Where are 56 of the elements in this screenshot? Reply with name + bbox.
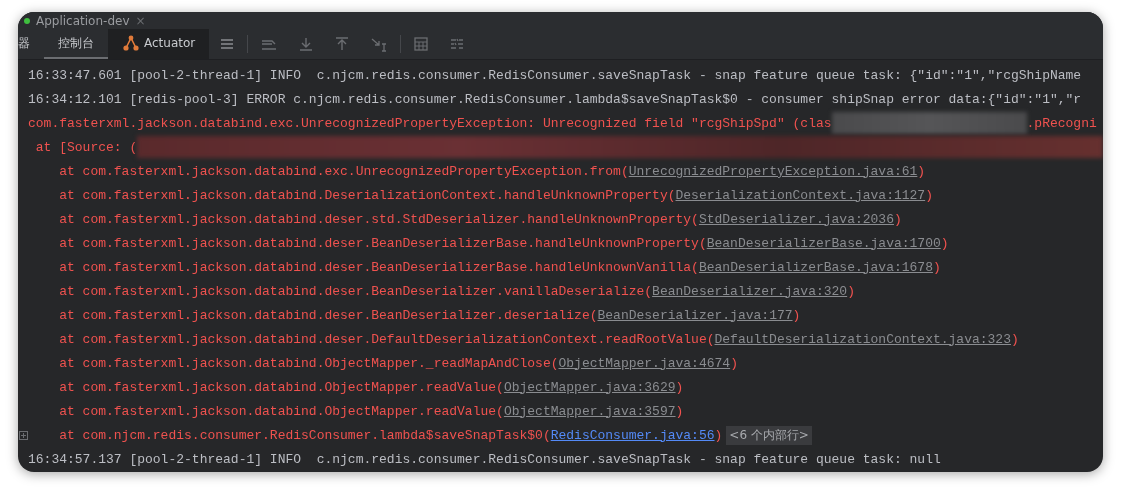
- close-icon[interactable]: ×: [135, 13, 146, 28]
- stack-frame: at com.fasterxml.jackson.databind.deser.BeanDeserializer.vanillaDeserialize(: [28, 283, 653, 299]
- stack-frame: at com.fasterxml.jackson.databind.deser.BeanDeserializer.deserialize(: [28, 307, 598, 323]
- run-tab-title[interactable]: Application-dev: [36, 13, 130, 28]
- actuator-tab[interactable]: Actuator: [108, 29, 210, 59]
- source-link[interactable]: DeserializationContext.java:1127: [675, 187, 926, 203]
- filter-list-icon[interactable]: [449, 36, 466, 52]
- download-icon[interactable]: [298, 36, 315, 52]
- paren-text: ): [714, 427, 723, 443]
- stack-frame: at com.fasterxml.jackson.databind.deser.DefaultDeserializationContext.readRootValue(: [28, 331, 715, 347]
- paren-text: ): [730, 355, 738, 371]
- paren-text: ): [925, 187, 933, 203]
- paren-text: ): [940, 235, 949, 251]
- console-tab[interactable]: 器: [18, 29, 44, 59]
- fold-icon[interactable]: [18, 430, 28, 440]
- upload-icon[interactable]: [334, 36, 351, 52]
- source-link[interactable]: BeanDeserializer.java:177: [597, 307, 793, 323]
- run-status-icon: [24, 17, 30, 24]
- calculator-icon[interactable]: [413, 36, 430, 52]
- nodes-icon: [122, 35, 140, 51]
- paren-text: ): [932, 259, 941, 275]
- source-link[interactable]: BeanDeserializer.java:320: [652, 283, 848, 299]
- stack-frame: at com.fasterxml.jackson.databind.exc.UnrecognizedPropertyException.from(: [28, 163, 629, 179]
- source-link[interactable]: DefaultDeserializationContext.java:323: [714, 331, 1011, 347]
- paren-text: ): [792, 307, 801, 323]
- menu-icon[interactable]: [219, 37, 236, 51]
- source-link[interactable]: StdDeserializer.java:2036: [698, 211, 894, 227]
- stack-frame: at com.fasterxml.jackson.databind.deser.BeanDeserializerBase.handleUnknownProperty(: [28, 235, 707, 251]
- source-link[interactable]: ObjectMapper.java:3629: [503, 379, 676, 395]
- log-line: 16:34:57.137 [pool-2-thread-1] INFO c.njcm.redis.consumer.RedisConsumer.saveSnapTask - snap feature queue task: null: [28, 451, 941, 467]
- source-link[interactable]: ObjectMapper.java:4674: [558, 355, 731, 371]
- source-link[interactable]: UnrecognizedPropertyException.java:61: [628, 163, 918, 179]
- log-line: 16:33:47.601 [pool-2-thread-1] INFO c.njcm.redis.consumer.RedisConsumer.saveSnapTask - snap feature queue task: {"id":"1","rcgShipName: [28, 67, 1082, 83]
- source-link[interactable]: ObjectMapper.java:3597: [503, 403, 676, 419]
- stack-frame: at com.njcm.redis.consumer.RedisConsumer.lambda$saveSnapTask$0(: [28, 427, 551, 443]
- stack-frame: at com.fasterxml.jackson.databind.deser.std.StdDeserializer.handleUnknownProperty(: [28, 211, 699, 227]
- stack-frame: at com.fasterxml.jackson.databind.ObjectMapper.readValue(: [28, 379, 504, 395]
- source-link[interactable]: BeanDeserializerBase.java:1678: [698, 259, 933, 275]
- error-line: at [Source: (: [34, 139, 138, 155]
- paren-text: ): [675, 403, 684, 419]
- log-line: 16:34:12.101 [redis-pool-3] ERROR c.njcm.redis.consumer.RedisConsumer.lambda$saveSnapTask$0 - consumer shipSnap error data:{"id":"1","r: [28, 91, 1082, 107]
- paren-text: ): [847, 283, 855, 299]
- source-link[interactable]: RedisConsumer.java:56: [550, 427, 715, 443]
- stack-frame: at com.fasterxml.jackson.databind.deser.BeanDeserializerBase.handleUnknownVanilla(: [28, 259, 699, 275]
- stack-frame: at com.fasterxml.jackson.databind.ObjectMapper.readValue(: [28, 403, 504, 419]
- paren-text: ): [917, 163, 926, 179]
- scroll-cursor-icon[interactable]: [370, 36, 389, 52]
- paren-text: ): [893, 211, 902, 227]
- error-line: .pRecogni: [1026, 115, 1097, 131]
- source-link[interactable]: BeanDeserializerBase.java:1700: [706, 235, 941, 251]
- folded-lines-badge[interactable]: <6 个内部行>: [726, 425, 812, 445]
- paren-text: ): [1010, 331, 1019, 347]
- paren-text: ): [675, 379, 684, 395]
- stack-frame: at com.fasterxml.jackson.databind.DeserializationContext.handleUnknownProperty(: [28, 187, 676, 203]
- stack-frame: at com.fasterxml.jackson.databind.ObjectMapper._readMapAndClose(: [28, 355, 559, 371]
- error-line: com.fasterxml.jackson.databind.exc.UnrecognizedPropertyException: Unrecognized field "rcgShipSpd" (clas: [28, 115, 832, 131]
